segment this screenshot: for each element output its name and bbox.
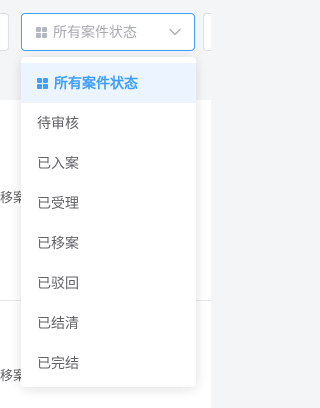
option-settled[interactable]: 已结清 xyxy=(21,303,196,343)
option-label: 已结清 xyxy=(37,316,79,332)
option-label: 已受理 xyxy=(37,196,79,212)
option-label: 待审核 xyxy=(37,116,79,132)
option-filed[interactable]: 已入案 xyxy=(21,143,196,183)
option-label: 已驳回 xyxy=(37,276,79,292)
chevron-down-icon xyxy=(169,28,181,36)
option-label: 已移案 xyxy=(37,236,79,252)
option-transferred[interactable]: 已移案 xyxy=(21,223,196,263)
grid-icon xyxy=(36,26,47,38)
left-control-edge[interactable] xyxy=(0,13,9,51)
option-all-statuses[interactable]: 所有案件状态 xyxy=(21,63,196,103)
case-status-select[interactable]: 所有案件状态 xyxy=(21,13,195,51)
option-label: 已完结 xyxy=(37,356,79,372)
page: 移案 移案 所有案件状态 所有案件状态 待审核 已入案 已受理 已移案 已驳回 … xyxy=(0,0,211,408)
case-status-placeholder: 所有案件状态 xyxy=(53,25,137,41)
option-rejected[interactable]: 已驳回 xyxy=(21,263,196,303)
case-status-dropdown: 所有案件状态 待审核 已入案 已受理 已移案 已驳回 已结清 已完结 xyxy=(21,57,196,387)
option-pending-review[interactable]: 待审核 xyxy=(21,103,196,143)
right-control-edge[interactable] xyxy=(203,13,211,51)
grid-icon xyxy=(37,77,48,89)
option-label: 已入案 xyxy=(37,156,79,172)
option-label: 所有案件状态 xyxy=(54,76,138,92)
option-completed[interactable]: 已完结 xyxy=(21,343,196,383)
option-accepted[interactable]: 已受理 xyxy=(21,183,196,223)
